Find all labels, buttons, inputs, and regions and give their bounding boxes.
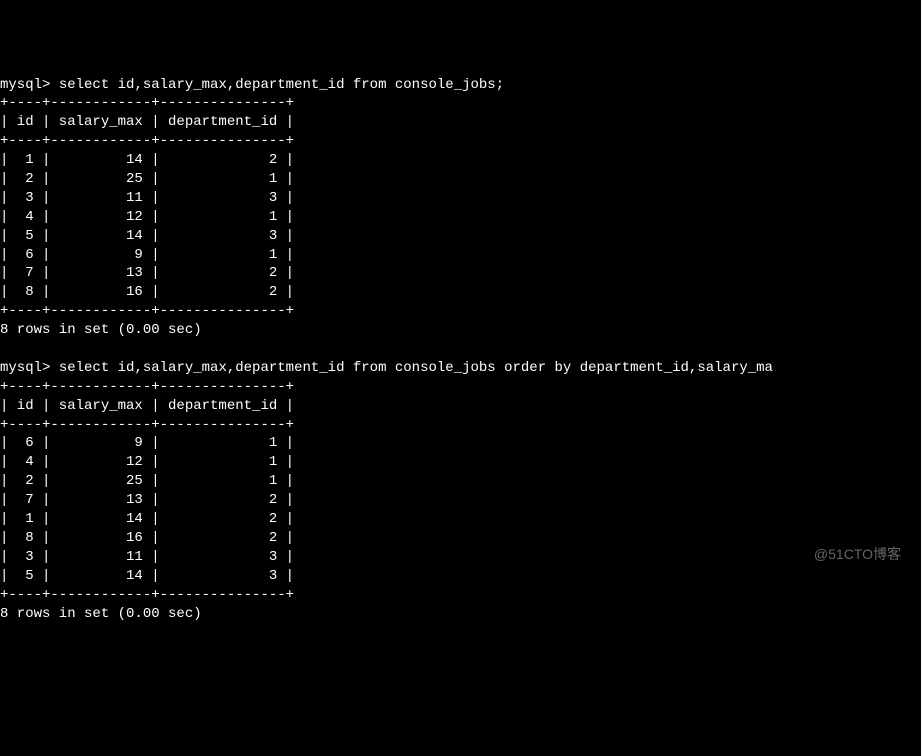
query1-prompt: mysql> select id,salary_max,department_i…: [0, 77, 504, 93]
query1-footer: 8 rows in set (0.00 sec): [0, 322, 202, 338]
query1-table: +----+------------+---------------+ | id…: [0, 95, 294, 319]
query2-table: +----+------------+---------------+ | id…: [0, 379, 294, 603]
query2-prompt: mysql> select id,salary_max,department_i…: [0, 360, 773, 376]
query2-footer: 8 rows in set (0.00 sec): [0, 606, 202, 622]
terminal-output: mysql> select id,salary_max,department_i…: [0, 76, 921, 624]
watermark: @51CTO博客: [814, 545, 901, 564]
